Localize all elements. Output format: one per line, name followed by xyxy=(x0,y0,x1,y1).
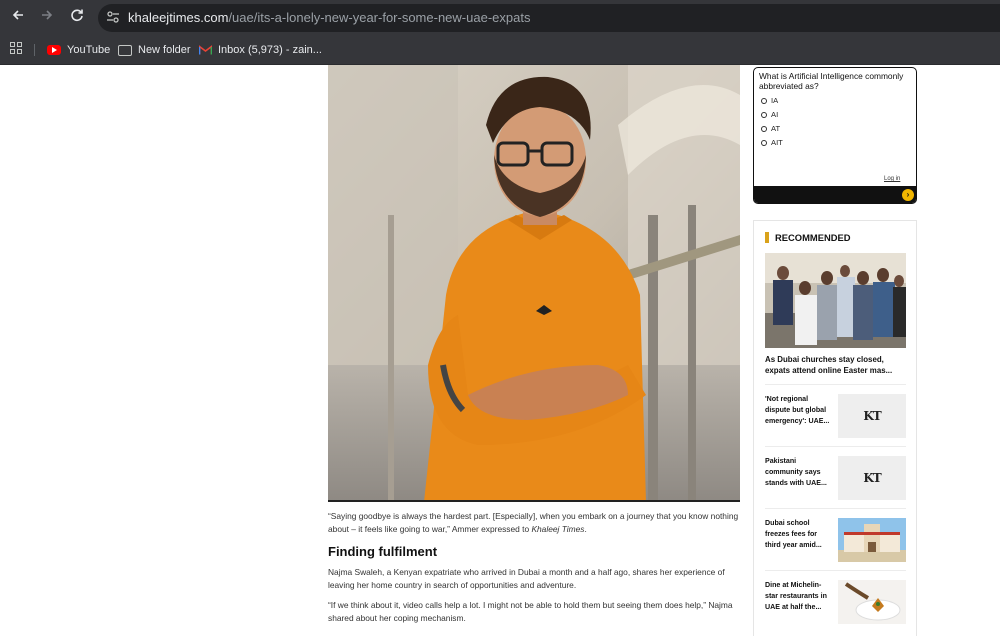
poll-option[interactable]: AT xyxy=(761,124,780,133)
bookmarks-bar: YouTube New folder Inbox (5,973) - zain.… xyxy=(0,35,1000,65)
recommended-item[interactable]: Dubai school freezes fees for third year… xyxy=(765,518,906,562)
recommended-heading: RECOMMENDED xyxy=(765,232,851,243)
bookmark-new-folder[interactable]: New folder xyxy=(118,41,191,59)
recommended-panel: RECOMMENDED As Dubai churches stay close… xyxy=(753,220,917,636)
church-group-photo xyxy=(765,253,906,348)
poll-option-label: AI xyxy=(771,110,779,119)
radio-button[interactable] xyxy=(761,139,767,146)
bookmark-youtube[interactable]: YouTube xyxy=(47,41,110,59)
recommended-hero-caption[interactable]: As Dubai churches stay closed, expats at… xyxy=(765,354,906,376)
article-paragraph: “If we think about it, video calls help … xyxy=(328,600,733,623)
site-controls-icon[interactable] xyxy=(106,10,120,24)
url-text[interactable]: khaleejtimes.com/uae/its-a-lonely-new-ye… xyxy=(128,10,530,25)
kt-logo-thumbnail[interactable]: KT xyxy=(838,394,906,438)
poll-option-label: AT xyxy=(771,124,781,133)
poll-footer-bar: › xyxy=(754,186,916,203)
bookmark-separator xyxy=(34,44,35,56)
quote-end: . xyxy=(584,524,587,534)
recommended-item-title[interactable]: Pakistani community says stands with UAE… xyxy=(765,456,833,489)
section-heading: Finding fulfilment xyxy=(328,544,438,559)
bookmark-label: Inbox (5,973) - zain... xyxy=(218,44,322,56)
poll-login-link[interactable]: Log in xyxy=(884,176,900,182)
radio-button[interactable] xyxy=(761,97,767,104)
article-body: “Saying goodbye is always the hardest pa… xyxy=(328,510,743,632)
divider xyxy=(765,446,906,447)
article-photo xyxy=(328,65,740,502)
browser-toolbar: khaleejtimes.com/uae/its-a-lonely-new-ye… xyxy=(0,0,1000,35)
back-arrow-icon xyxy=(12,10,23,20)
reload-icon xyxy=(71,9,83,22)
divider xyxy=(765,508,906,509)
school-building-image xyxy=(838,518,906,562)
article-paragraph: Najma Swaleh, a Kenyan expatriate who ar… xyxy=(328,567,725,590)
kt-logo-thumbnail[interactable]: KT xyxy=(838,456,906,500)
article-quote-paragraph: “Saying goodbye is always the hardest pa… xyxy=(328,510,743,536)
recommended-title: RECOMMENDED xyxy=(775,232,851,243)
divider xyxy=(765,570,906,571)
divider xyxy=(765,384,906,385)
poll-option[interactable]: AI xyxy=(761,110,778,119)
youtube-icon xyxy=(47,45,61,55)
recommended-item-title[interactable]: Dubai school freezes fees for third year… xyxy=(765,518,833,551)
bookmark-label: New folder xyxy=(138,44,191,56)
apps-grid-icon[interactable] xyxy=(10,42,22,54)
poll-option[interactable]: IA xyxy=(761,96,778,105)
address-bar[interactable]: khaleejtimes.com/uae/its-a-lonely-new-ye… xyxy=(98,4,1000,32)
poll-question: What is Artificial Intelligence commonly… xyxy=(759,71,904,91)
folder-icon xyxy=(118,44,132,56)
poll-next-button[interactable]: › xyxy=(902,189,914,201)
recommended-hero-image[interactable] xyxy=(765,253,906,348)
poll-option-label: AIT xyxy=(771,138,783,147)
radio-button[interactable] xyxy=(761,125,767,132)
poll-option-label: IA xyxy=(771,96,779,105)
radio-button[interactable] xyxy=(761,111,767,118)
recommended-item-title[interactable]: 'Not regional dispute but global emergen… xyxy=(765,394,833,427)
dish-thumbnail[interactable] xyxy=(838,580,906,624)
reload-button[interactable] xyxy=(66,7,88,29)
heading-accent-bar xyxy=(765,232,769,243)
michelin-dish-image xyxy=(838,580,906,624)
url-domain: khaleejtimes.com xyxy=(128,10,229,25)
bookmark-label: YouTube xyxy=(67,44,111,56)
recommended-item[interactable]: 'Not regional dispute but global emergen… xyxy=(765,394,906,438)
poll-widget: What is Artificial Intelligence commonly… xyxy=(753,67,917,204)
url-path: /uae/its-a-lonely-new-year-for-some-new-… xyxy=(228,10,531,25)
bookmark-gmail-inbox[interactable]: Inbox (5,973) - zain... xyxy=(199,41,322,59)
forward-button[interactable] xyxy=(36,7,58,29)
poll-option[interactable]: AIT xyxy=(761,138,783,147)
recommended-item[interactable]: Dine at Michelin-star restaurants in UAE… xyxy=(765,580,906,624)
recommended-item[interactable]: Pakistani community says stands with UAE… xyxy=(765,456,906,500)
forward-arrow-icon xyxy=(42,10,53,20)
publication-name: Khaleej Times xyxy=(531,524,585,534)
photo-bottom-rule xyxy=(328,500,740,502)
back-button[interactable] xyxy=(7,7,29,29)
man-in-orange-polo-photo xyxy=(328,65,740,502)
recommended-item-title[interactable]: Dine at Michelin-star restaurants in UAE… xyxy=(765,580,833,613)
gmail-icon xyxy=(199,45,212,55)
school-building-thumbnail[interactable] xyxy=(838,518,906,562)
